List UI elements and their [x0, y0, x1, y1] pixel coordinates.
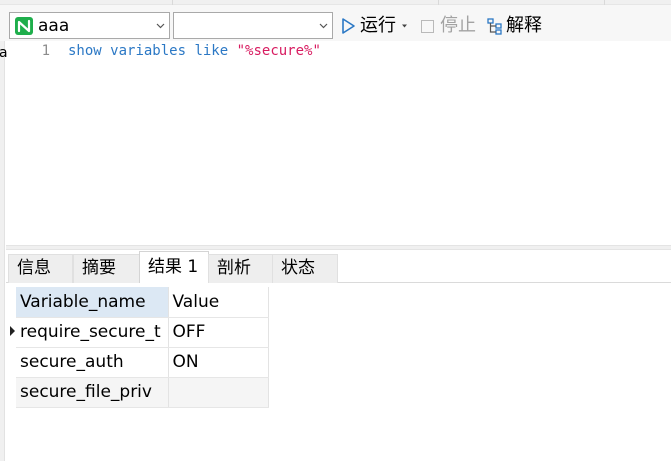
grid-cell[interactable]: secure_auth [16, 347, 169, 378]
table-row[interactable]: secure_file_priv [16, 377, 269, 408]
sql-keyword-show: show [68, 43, 102, 59]
toolbar-separator [604, 0, 605, 5]
explain-button-label: 解释 [506, 15, 542, 36]
connection-select[interactable]: aaa [9, 12, 170, 39]
stop-button[interactable]: 停止 [421, 13, 476, 39]
toolbar-top-edge [0, 0, 671, 5]
table-row[interactable]: secure_auth ON [16, 347, 269, 378]
tab-result-1[interactable]: 结果 1 [139, 251, 209, 284]
grid-cell[interactable]: OFF [168, 317, 269, 348]
left-panel-edge [0, 41, 5, 461]
tab-summary-label: 摘要 [82, 258, 116, 278]
connection-select-value: aaa [38, 16, 70, 36]
grid-header-row: Variable_name Value [16, 287, 269, 318]
play-icon [342, 18, 355, 34]
toolbar-separator [172, 0, 173, 5]
run-button-label: 运行 [360, 15, 396, 36]
result-grid: Variable_name Value require_secure_t OFF… [16, 287, 269, 408]
table-row[interactable]: require_secure_t OFF [16, 317, 269, 348]
chevron-down-icon [156, 23, 165, 29]
tab-status[interactable]: 状态 [272, 254, 338, 283]
editor-gutter: 1 [6, 41, 50, 245]
stop-icon [421, 19, 434, 33]
result-tabs: 信息 摘要 结果 1 剖析 状态 [6, 250, 671, 284]
explain-icon [487, 18, 502, 35]
chevron-down-icon [319, 23, 328, 29]
navicat-connection-icon [15, 17, 33, 35]
tab-summary[interactable]: 摘要 [73, 254, 140, 283]
tab-result-1-label: 结果 1 [148, 257, 199, 277]
tab-status-label: 状态 [281, 258, 315, 278]
sql-keyword-like: like [194, 43, 229, 59]
tab-profile-label: 剖析 [217, 258, 251, 278]
tab-info[interactable]: 信息 [8, 254, 73, 283]
sql-editor[interactable]: 1 show variables like "%secure%" [6, 41, 671, 245]
database-select[interactable] [173, 12, 333, 39]
column-header-value[interactable]: Value [168, 287, 269, 318]
sql-keyword-variables: variables [110, 43, 187, 59]
line-number: 1 [41, 43, 50, 59]
toolbar-separator [438, 0, 439, 5]
run-dropdown-caret-icon[interactable] [401, 23, 408, 29]
grid-cell[interactable]: ON [168, 347, 269, 378]
tab-info-label: 信息 [17, 258, 51, 278]
grid-cell[interactable]: require_secure_t [16, 317, 169, 348]
left-panel-clipped-text: a [0, 45, 8, 61]
query-toolbar: aaa 运行 停止 解释 [0, 0, 671, 41]
tab-profile[interactable]: 剖析 [208, 254, 273, 283]
grid-cell[interactable] [168, 377, 269, 408]
result-grid-panel: Variable_name Value require_secure_t OFF… [6, 283, 671, 461]
sql-string-literal: "%secure%" [236, 43, 321, 59]
run-button[interactable]: 运行 [341, 13, 408, 39]
column-header-variable-name[interactable]: Variable_name [16, 287, 169, 318]
current-row-indicator-icon [10, 326, 15, 336]
grid-cell[interactable]: secure_file_priv [16, 377, 169, 408]
code-line[interactable]: show variables like "%secure%" [68, 42, 321, 60]
stop-button-label: 停止 [440, 15, 476, 36]
explain-button[interactable]: 解释 [487, 13, 542, 39]
